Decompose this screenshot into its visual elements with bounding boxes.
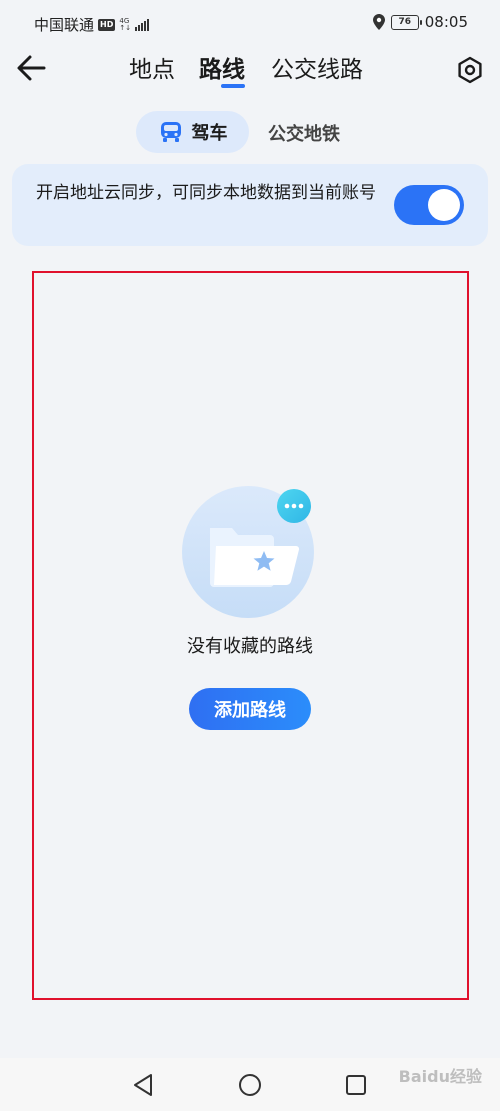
active-tab-indicator <box>221 84 245 88</box>
nav-back-icon[interactable] <box>131 1072 157 1098</box>
sync-description: 开启地址云同步，可同步本地数据到当前账号 <box>36 183 376 203</box>
empty-state-message: 没有收藏的路线 <box>187 636 313 657</box>
segment-drive[interactable]: 驾车 <box>136 111 249 153</box>
tab-bar: 地点 路线 公交线路 <box>0 50 500 94</box>
battery-icon: 76 <box>390 14 422 30</box>
tab-routes[interactable]: 路线 <box>199 50 245 84</box>
segment-drive-label: 驾车 <box>191 123 228 144</box>
sync-card: 开启地址云同步，可同步本地数据到当前账号 <box>12 164 488 246</box>
car-icon <box>160 122 181 142</box>
location-icon <box>372 14 385 30</box>
sync-toggle[interactable] <box>394 185 464 225</box>
status-bar: 中国联通 HD 4G ↑↓ 76 08:05 <box>0 0 500 46</box>
hd-badge: HD <box>98 18 116 31</box>
signal-icon <box>135 18 150 31</box>
data-arrows-icon: ↑↓ <box>119 23 132 32</box>
tab-places[interactable]: 地点 <box>129 50 175 84</box>
watermark: Baidu经验 <box>398 1067 482 1086</box>
status-left: 中国联通 HD 4G ↑↓ <box>34 14 150 35</box>
add-route-button[interactable]: 添加路线 <box>189 688 311 730</box>
toggle-knob <box>428 189 460 221</box>
network-indicator: 4G ↑↓ <box>119 17 132 32</box>
segment-transit[interactable]: 公交地铁 <box>268 120 340 146</box>
empty-folder-illustration <box>182 486 314 618</box>
carrier-label: 中国联通 <box>34 16 95 34</box>
nav-home-icon[interactable] <box>237 1072 263 1098</box>
settings-icon[interactable] <box>456 56 484 84</box>
status-right: 76 08:05 <box>372 13 468 31</box>
tab-bus-lines[interactable]: 公交线路 <box>271 50 363 84</box>
clock: 08:05 <box>424 13 468 31</box>
nav-recents-icon[interactable] <box>343 1072 369 1098</box>
